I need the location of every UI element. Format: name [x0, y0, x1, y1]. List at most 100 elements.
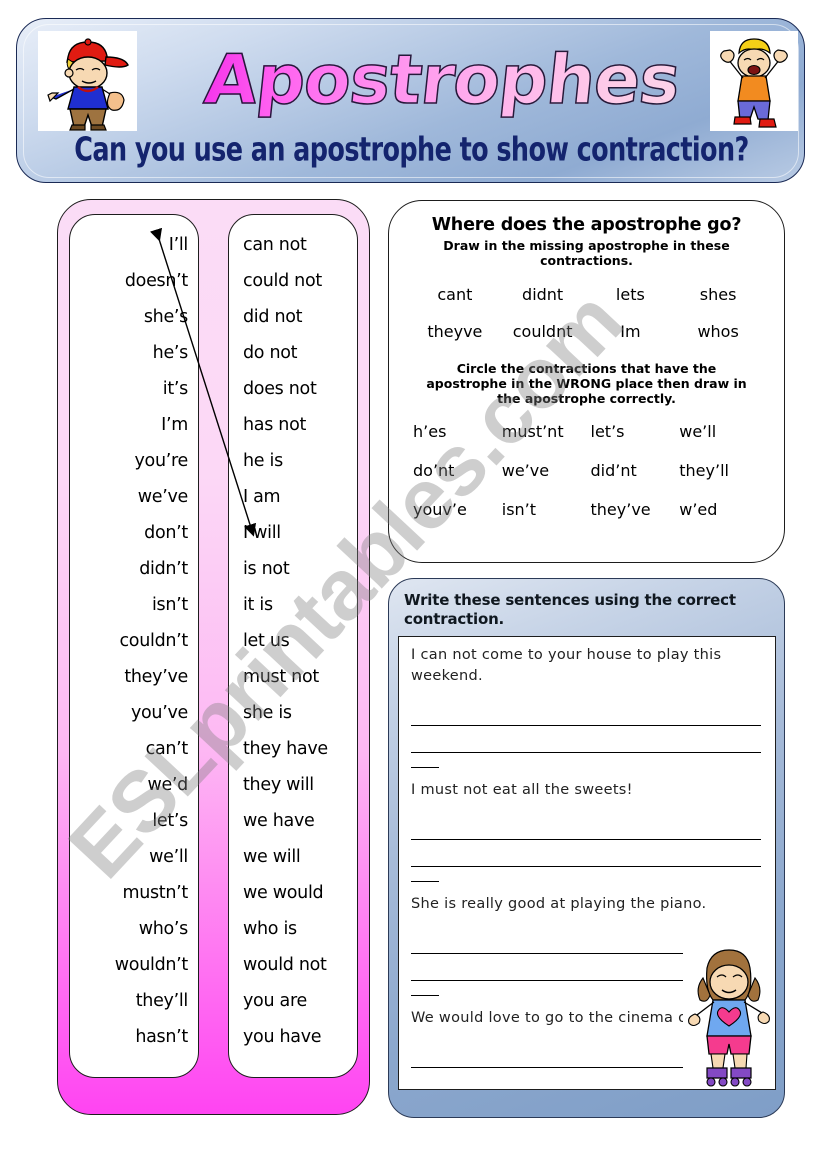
list-item[interactable]: we’d: [80, 767, 188, 803]
word-cell[interactable]: isn’t: [500, 500, 589, 519]
list-item[interactable]: I am: [243, 479, 347, 515]
list-item[interactable]: couldn’t: [80, 623, 188, 659]
list-item[interactable]: you’re: [80, 443, 189, 479]
word-cell[interactable]: shes: [674, 285, 762, 304]
word-cell[interactable]: Im: [587, 322, 675, 341]
header-banner: Apostrophes Can you use an apostrophe to…: [16, 18, 805, 183]
answer-line[interactable]: [411, 699, 761, 726]
list-item[interactable]: he is: [243, 443, 347, 479]
list-item[interactable]: I’ll: [80, 227, 189, 263]
list-item[interactable]: would not: [243, 947, 347, 983]
page-title: Apostrophes: [167, 33, 717, 129]
list-item[interactable]: did not: [243, 299, 347, 335]
list-item[interactable]: do not: [243, 335, 347, 371]
list-item[interactable]: we would: [243, 875, 347, 911]
list-item[interactable]: they’ve: [80, 659, 188, 695]
word-cell[interactable]: cant: [411, 285, 499, 304]
word-cell[interactable]: w’ed: [677, 500, 766, 519]
list-item[interactable]: it’s: [80, 371, 189, 407]
word-cell[interactable]: they’ve: [589, 500, 678, 519]
list-item[interactable]: isn’t: [80, 587, 188, 623]
list-item[interactable]: you’ve: [80, 695, 188, 731]
word-cell[interactable]: do’nt: [411, 461, 500, 480]
word-cell[interactable]: must’nt: [500, 422, 589, 441]
list-item[interactable]: has not: [243, 407, 347, 443]
list-item[interactable]: is not: [243, 551, 347, 587]
contractions-column: I’ll doesn’t she’s he’s it’s I’m you’re …: [69, 214, 199, 1078]
list-item[interactable]: don’t: [80, 515, 188, 551]
list-item[interactable]: mustn’t: [80, 875, 188, 911]
list-item[interactable]: they’ll: [80, 983, 189, 1019]
list-item[interactable]: I will: [243, 515, 347, 551]
list-item[interactable]: we’ll: [80, 839, 188, 875]
list-item[interactable]: it is: [243, 587, 347, 623]
apostrophe-panel-instruction-1: Draw in the missing apostrophe in these …: [443, 238, 730, 268]
word-cell[interactable]: we’ll: [677, 422, 766, 441]
list-item[interactable]: he’s: [80, 335, 189, 371]
word-cell[interactable]: let’s: [589, 422, 678, 441]
answer-line-short[interactable]: [411, 981, 439, 996]
sentences-panel-title: Write these sentences using the correct …: [404, 591, 736, 628]
list-item[interactable]: I’m: [80, 407, 188, 443]
list-item[interactable]: you have: [243, 1019, 347, 1055]
list-item[interactable]: we’ve: [80, 479, 189, 515]
sentence-prompt: I can not come to your house to play thi…: [411, 647, 722, 684]
list-item[interactable]: wouldn’t: [80, 947, 189, 983]
expansions-list: can not could not did not do not does no…: [239, 227, 347, 1055]
sentence-prompt: She is really good at playing the piano.: [411, 896, 707, 912]
word-cell[interactable]: couldnt: [499, 322, 587, 341]
word-cell[interactable]: did’nt: [589, 461, 678, 480]
sentences-answer-sheet: I can not come to your house to play thi…: [398, 636, 776, 1090]
sentence-prompt: I must not eat all the sweets!: [411, 782, 633, 798]
contraction-match-panel: I’ll doesn’t she’s he’s it’s I’m you’re …: [57, 199, 370, 1115]
list-item[interactable]: must not: [243, 659, 347, 695]
list-item[interactable]: you are: [243, 983, 347, 1019]
list-item[interactable]: they have: [243, 731, 347, 767]
list-item[interactable]: can not: [243, 227, 347, 263]
list-item[interactable]: who is: [243, 911, 347, 947]
missing-apostrophe-word-grid: cant didnt lets shes theyve couldnt Im w…: [411, 285, 762, 341]
list-item[interactable]: we will: [243, 839, 347, 875]
word-cell[interactable]: we’ve: [500, 461, 589, 480]
list-item[interactable]: who’s: [80, 911, 189, 947]
apostrophe-panel-instruction-2: Circle the contractions that have the ap…: [426, 361, 747, 406]
list-item[interactable]: let us: [243, 623, 347, 659]
wrong-apostrophe-word-grid: h’es must’nt let’s we’ll do’nt we’ve did…: [411, 422, 766, 519]
answer-line[interactable]: [411, 726, 761, 753]
word-cell[interactable]: they’ll: [677, 461, 766, 480]
page-subtitle: Can you use an apostrophe to show contra…: [74, 131, 749, 170]
expansions-column: can not could not did not do not does no…: [228, 214, 358, 1078]
boy-with-red-cap-clipart: [38, 31, 137, 131]
answer-line-short[interactable]: [411, 867, 439, 882]
word-cell[interactable]: youv’e: [411, 500, 500, 519]
cheering-boy-clipart: [710, 31, 798, 131]
list-item[interactable]: we have: [243, 803, 347, 839]
contractions-list: I’ll doesn’t she’s he’s it’s I’m you’re …: [80, 227, 189, 1055]
list-item[interactable]: does not: [243, 371, 347, 407]
list-item[interactable]: let’s: [80, 803, 188, 839]
list-item[interactable]: hasn’t: [80, 1019, 188, 1055]
word-cell[interactable]: lets: [587, 285, 675, 304]
apostrophe-placement-panel: Where does the apostrophe go? Draw in th…: [388, 200, 785, 563]
list-item[interactable]: didn’t: [80, 551, 188, 587]
list-item[interactable]: doesn’t: [80, 263, 188, 299]
list-item[interactable]: could not: [243, 263, 347, 299]
word-cell[interactable]: didnt: [499, 285, 587, 304]
apostrophe-panel-heading: Where does the apostrophe go?: [431, 215, 742, 235]
answer-line-short[interactable]: [411, 753, 439, 768]
list-item[interactable]: she’s: [80, 299, 188, 335]
answer-line[interactable]: [411, 813, 761, 840]
word-cell[interactable]: theyve: [411, 322, 499, 341]
list-item[interactable]: can’t: [80, 731, 189, 767]
list-item[interactable]: they will: [243, 767, 347, 803]
list-item[interactable]: she is: [243, 695, 347, 731]
word-cell[interactable]: h’es: [411, 422, 500, 441]
word-cell[interactable]: whos: [674, 322, 762, 341]
girl-on-rollerskates-clipart: [683, 944, 775, 1089]
answer-line[interactable]: [411, 840, 761, 867]
